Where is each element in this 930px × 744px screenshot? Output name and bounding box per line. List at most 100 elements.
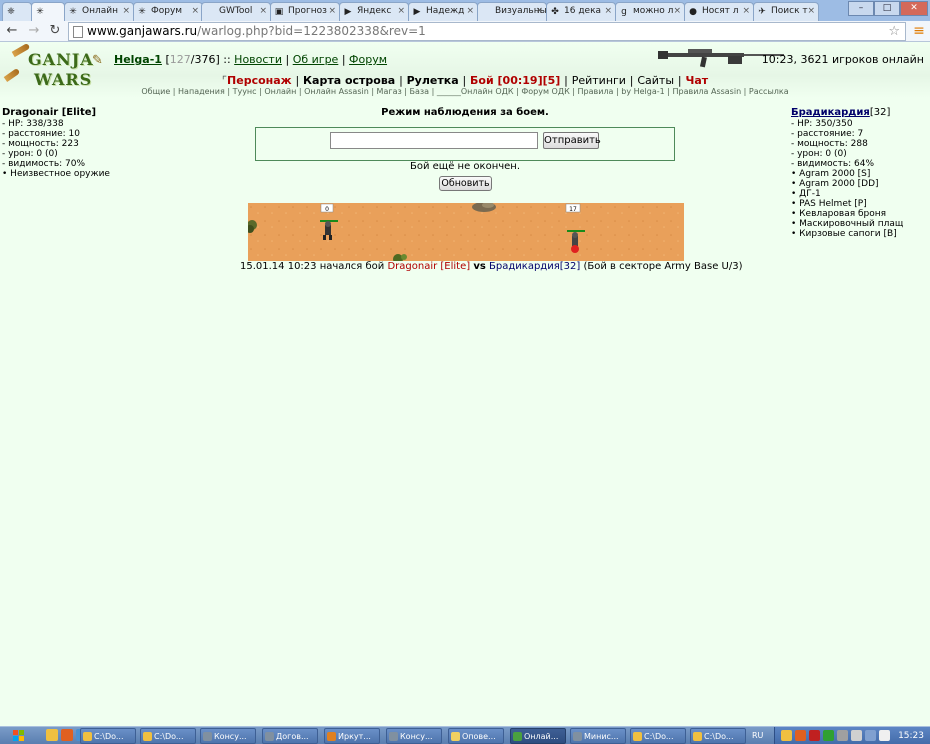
browser-tab[interactable]: ❈: [2, 2, 32, 21]
browser-tab[interactable]: ✳ Форум ×: [133, 2, 203, 21]
tray-opera-icon[interactable]: [795, 730, 806, 741]
battle-log-left-player[interactable]: Dragonair [Elite]: [387, 261, 470, 272]
tab-close-icon[interactable]: ×: [807, 6, 815, 16]
right-player-panel: Брадикардия[32] - HP: 350/350 - расстоян…: [791, 107, 926, 239]
browser-tab[interactable]: ✳: [31, 2, 65, 21]
tab-favicon-icon: ✳: [36, 7, 44, 17]
taskbar-window-button[interactable]: C:\Do...: [690, 728, 746, 744]
reload-icon[interactable]: ↻: [47, 23, 63, 39]
browser-tab[interactable]: ▶ Яндекс ×: [339, 2, 409, 21]
tab-label: Надежд: [426, 6, 465, 16]
sub-navigation[interactable]: Общие | Нападения | Туунс | Онлайн | Онл…: [0, 87, 930, 96]
nav-character[interactable]: Персонаж: [227, 74, 292, 87]
right-stat: - HP: 350/350: [791, 119, 853, 129]
tab-close-icon[interactable]: ×: [535, 6, 543, 16]
tray-folder-icon[interactable]: [781, 730, 792, 741]
tab-close-icon[interactable]: ×: [191, 6, 199, 16]
battle-field: 0 17: [248, 203, 684, 261]
minimize-button[interactable]: –: [848, 1, 874, 16]
tab-close-icon[interactable]: ×: [742, 6, 750, 16]
user-line: Helga-1 [127/376] :: Новости | Об игре |…: [114, 53, 388, 66]
tab-label: Форум: [151, 6, 183, 16]
about-link[interactable]: Об игре: [293, 53, 339, 66]
nav-ratings[interactable]: Рейтинги: [572, 74, 626, 87]
left-stat: - расстояние: 10: [2, 129, 81, 139]
browser-tab[interactable]: ▶ Надежд ×: [408, 2, 478, 21]
browser-tab[interactable]: ✤ 16 дека ×: [546, 2, 616, 21]
tray-skype-icon[interactable]: [823, 730, 834, 741]
opera-icon[interactable]: [61, 729, 73, 741]
tab-close-icon[interactable]: ×: [466, 6, 474, 16]
tray-network-icon[interactable]: [837, 730, 848, 741]
folder-icon[interactable]: [46, 729, 58, 741]
browser-tab[interactable]: GWTool ×: [201, 2, 271, 21]
left-stat: - мощность: 223: [2, 139, 79, 149]
window-app-icon: [83, 732, 92, 741]
chat-input[interactable]: [330, 132, 538, 149]
window-app-icon: [633, 732, 642, 741]
username-link[interactable]: Helga-1: [114, 53, 162, 66]
taskbar-window-label: Опове...: [462, 732, 496, 741]
main-navigation: ⌜Персонаж | Карта острова | Рулетка | Бо…: [221, 74, 709, 87]
browser-tab[interactable]: ✈ Поиск т ×: [753, 2, 819, 21]
tray-printer-icon[interactable]: [865, 730, 876, 741]
browser-tab[interactable]: Визуальны ×: [477, 2, 547, 21]
taskbar-window-button[interactable]: Догов...: [262, 728, 318, 744]
tray-volume-icon[interactable]: [851, 730, 862, 741]
nav-roulette[interactable]: Рулетка: [407, 74, 459, 87]
bookmark-star-icon[interactable]: ☆: [888, 23, 900, 40]
taskbar-window-button[interactable]: Минис...: [570, 728, 626, 744]
maximize-button[interactable]: □: [874, 1, 900, 16]
tab-close-icon[interactable]: ×: [122, 6, 130, 16]
taskbar-window-button[interactable]: Консу...: [200, 728, 256, 744]
logo-text-top: GANJA: [28, 50, 94, 69]
url-path: /warlog.php?bid=1223802338&rev=1: [197, 24, 426, 38]
nav-battle[interactable]: Бой [00:19][5]: [470, 74, 560, 87]
nav-chat[interactable]: Чат: [685, 74, 708, 87]
tab-close-icon[interactable]: ×: [328, 6, 336, 16]
language-indicator[interactable]: RU: [752, 731, 763, 740]
battle-log-right-level: [32]: [559, 261, 581, 272]
send-button[interactable]: Отправить: [543, 132, 601, 149]
tray-antivirus-icon[interactable]: [809, 730, 820, 741]
start-button-icon[interactable]: [4, 728, 34, 744]
browser-tab[interactable]: ▣ Прогноз ×: [270, 2, 340, 21]
nav-sites[interactable]: Сайты: [637, 74, 674, 87]
right-item: • Маскировочный плащ: [791, 219, 904, 229]
forum-link[interactable]: Форум: [349, 53, 387, 66]
taskbar-window-button[interactable]: C:\Do...: [80, 728, 136, 744]
tab-close-icon[interactable]: ×: [604, 6, 612, 16]
taskbar-window-button[interactable]: Опове...: [448, 728, 504, 744]
close-window-button[interactable]: ✕: [900, 1, 928, 16]
browser-tab[interactable]: g можно л ×: [615, 2, 685, 21]
taskbar-window-button[interactable]: C:\Do...: [630, 728, 686, 744]
tab-close-icon[interactable]: ×: [397, 6, 405, 16]
browser-tab[interactable]: ● Носят л ×: [684, 2, 754, 21]
window-app-icon: [451, 732, 460, 741]
taskbar-window-button[interactable]: C:\Do...: [140, 728, 196, 744]
forward-icon[interactable]: →: [26, 23, 42, 39]
right-player-name[interactable]: Брадикардия: [791, 107, 870, 118]
back-icon[interactable]: ←: [4, 23, 20, 39]
left-marker-label: 0: [325, 206, 329, 213]
taskbar-window-label: Догов...: [276, 732, 309, 741]
address-bar[interactable]: www.ganjawars.ru/warlog.php?bid=12238023…: [68, 22, 906, 41]
browser-menu-icon[interactable]: ≡: [912, 23, 926, 39]
tab-favicon-icon: ❈: [7, 7, 15, 17]
tab-close-icon[interactable]: ×: [259, 6, 267, 16]
tab-label: Прогноз: [288, 6, 327, 16]
taskbar-window-button[interactable]: Консу...: [386, 728, 442, 744]
battle-log-right-player[interactable]: Брадикардия: [489, 261, 560, 272]
tray-misc-icon[interactable]: [879, 730, 890, 741]
taskbar-window-button[interactable]: Онлай...: [510, 728, 566, 744]
tab-label: Поиск т: [771, 6, 808, 16]
browser-tab[interactable]: ✳ Онлайн ×: [64, 2, 134, 21]
left-player-name[interactable]: Dragonair [Elite]: [2, 107, 152, 119]
taskbar-window-button[interactable]: Иркут...: [324, 728, 380, 744]
refresh-button[interactable]: Обновить: [439, 176, 492, 191]
tab-label: Онлайн: [82, 6, 118, 16]
tab-close-icon[interactable]: ×: [673, 6, 681, 16]
nav-island-map[interactable]: Карта острова: [303, 74, 395, 87]
news-link[interactable]: Новости: [234, 53, 282, 66]
taskbar-window-label: Минис...: [584, 732, 619, 741]
